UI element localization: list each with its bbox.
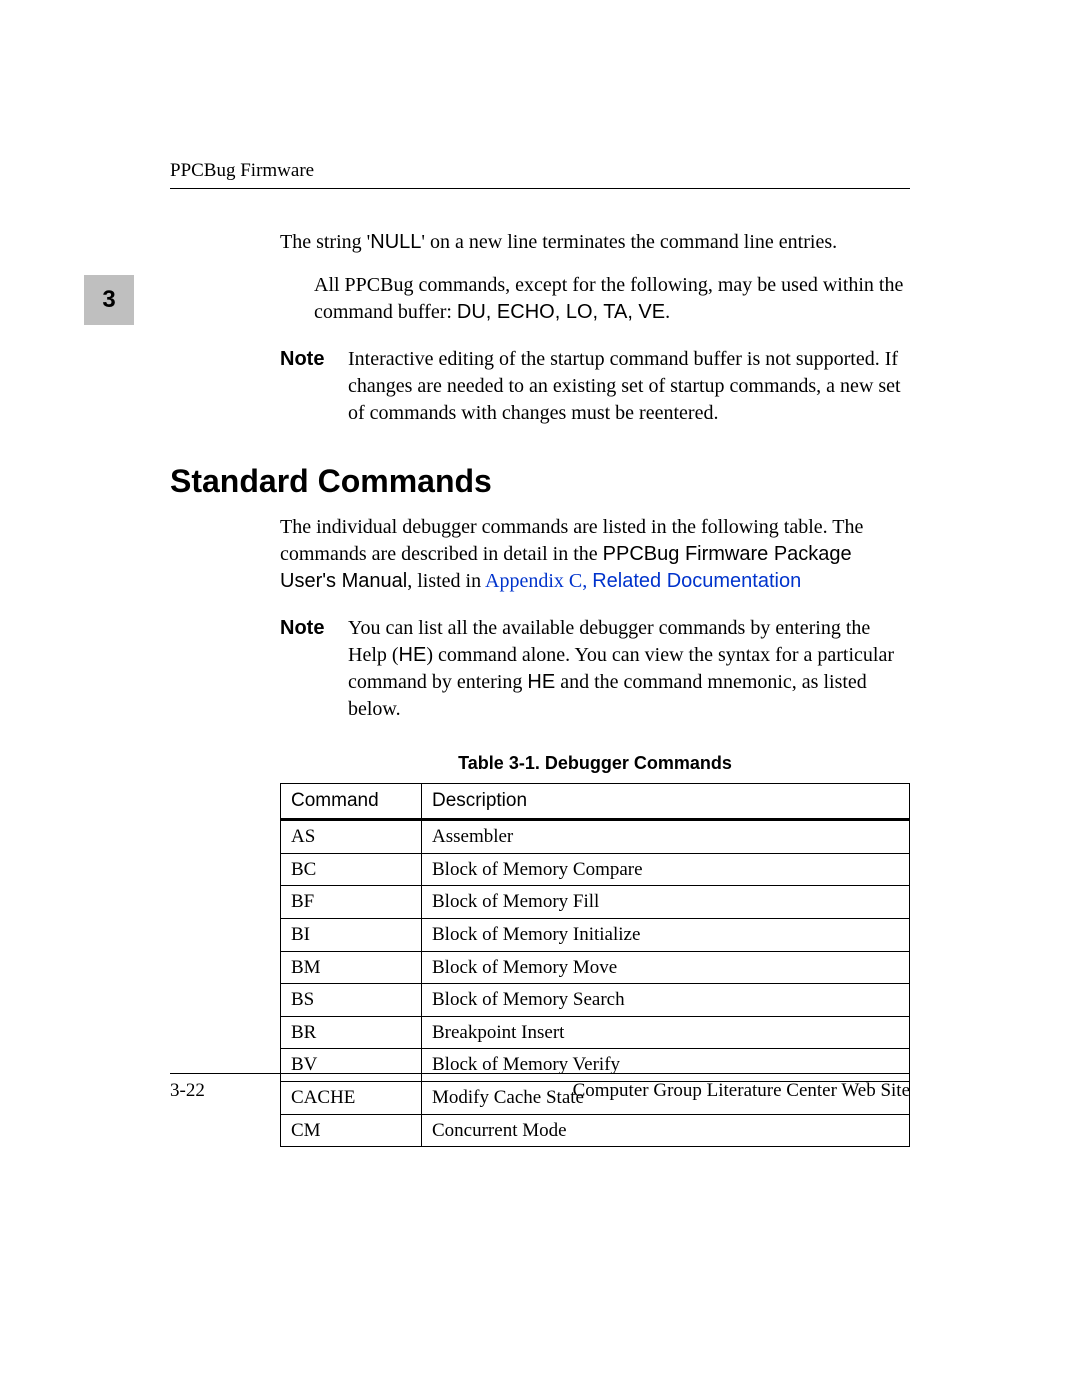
section-heading: Standard Commands xyxy=(170,463,910,500)
note-label: Note xyxy=(280,615,348,723)
table-header-cell: Command xyxy=(281,784,422,820)
table-row: ASAssembler xyxy=(281,819,910,853)
description-cell: Breakpoint Insert xyxy=(422,1016,910,1049)
note-block: Note Interactive editing of the startup … xyxy=(280,346,910,427)
command-cell: BS xyxy=(281,984,422,1017)
description-cell: Block of Memory Initialize xyxy=(422,918,910,951)
description-cell: Block of Memory Move xyxy=(422,951,910,984)
table-row: BSBlock of Memory Search xyxy=(281,984,910,1017)
text: , listed in xyxy=(407,570,485,592)
code-text: HE xyxy=(527,671,555,693)
body-text-block: The individual debugger commands are lis… xyxy=(280,514,910,1147)
page: PPCBug Firmware 3 The string 'NULL' on a… xyxy=(0,0,1080,1397)
note-text: Interactive editing of the startup comma… xyxy=(348,346,910,427)
description-cell: Block of Memory Search xyxy=(422,984,910,1017)
table-row: BIBlock of Memory Initialize xyxy=(281,918,910,951)
table-header-row: Command Description xyxy=(281,784,910,820)
paragraph-indented: All PPCBug commands, except for the foll… xyxy=(314,272,910,326)
command-cell: BI xyxy=(281,918,422,951)
page-footer: 3-22 Computer Group Literature Center We… xyxy=(170,1073,910,1102)
table-row: CMConcurrent Mode xyxy=(281,1114,910,1147)
body-text-block: The string 'NULL' on a new line terminat… xyxy=(280,229,910,427)
command-cell: BC xyxy=(281,853,422,886)
note-label: Note xyxy=(280,346,348,427)
command-cell: AS xyxy=(281,819,422,853)
table-row: BCBlock of Memory Compare xyxy=(281,853,910,886)
command-cell: BF xyxy=(281,886,422,919)
link-text: Appendix C, xyxy=(485,570,592,592)
note-text: You can list all the available debugger … xyxy=(348,615,910,723)
command-cell: BM xyxy=(281,951,422,984)
description-cell: Assembler xyxy=(422,819,910,853)
note-block: Note You can list all the available debu… xyxy=(280,615,910,723)
code-text: DU, ECHO, LO, TA, VE xyxy=(457,301,665,323)
paragraph: The string 'NULL' on a new line terminat… xyxy=(280,229,910,256)
table-caption: Table 3-1. Debugger Commands xyxy=(280,751,910,775)
table-row: BRBreakpoint Insert xyxy=(281,1016,910,1049)
footer-text: Computer Group Literature Center Web Sit… xyxy=(573,1080,910,1102)
text: The string ' xyxy=(280,231,370,253)
text: ' on a new line terminates the command l… xyxy=(421,231,837,253)
command-cell: BR xyxy=(281,1016,422,1049)
description-cell: Block of Memory Compare xyxy=(422,853,910,886)
paragraph: The individual debugger commands are lis… xyxy=(280,514,910,595)
description-cell: Block of Memory Fill xyxy=(422,886,910,919)
code-text: HE xyxy=(399,644,427,666)
link-text: Related Documentation xyxy=(592,570,801,592)
code-text: NULL xyxy=(370,231,421,253)
running-head: PPCBug Firmware xyxy=(170,160,910,189)
description-cell: Concurrent Mode xyxy=(422,1114,910,1147)
appendix-link[interactable]: Appendix C, Related Documentation xyxy=(485,570,801,592)
page-number: 3-22 xyxy=(170,1080,205,1102)
chapter-tab: 3 xyxy=(84,275,134,325)
table-header-cell: Description xyxy=(422,784,910,820)
table-row: BMBlock of Memory Move xyxy=(281,951,910,984)
table-row: BFBlock of Memory Fill xyxy=(281,886,910,919)
command-cell: CM xyxy=(281,1114,422,1147)
text: . xyxy=(665,301,670,323)
